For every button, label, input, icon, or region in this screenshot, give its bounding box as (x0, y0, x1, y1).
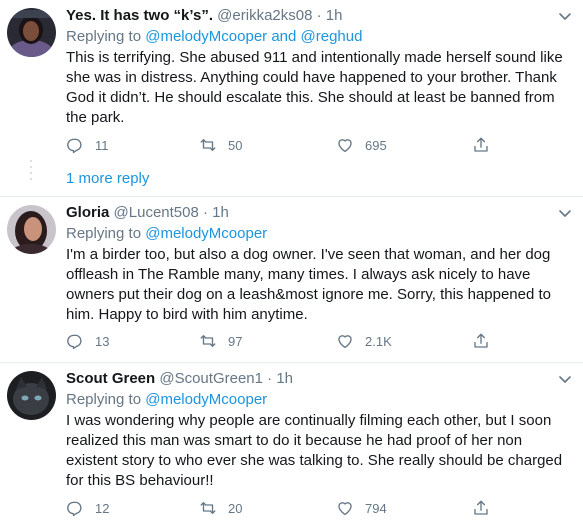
reply-button[interactable]: 13 (66, 330, 109, 352)
replying-to-link[interactable]: @melodyMcooper (145, 391, 267, 408)
tweet-actions: 13 97 2.1K (0, 330, 583, 352)
timestamp[interactable]: 1h (276, 370, 293, 387)
retweet-count: 50 (228, 137, 243, 153)
user-handle[interactable]: @ScoutGreen1 (159, 370, 263, 387)
tweet-1[interactable]: Yes. It has two “k’s”. @erikka2ks08 · 1h… (0, 0, 583, 195)
user-handle[interactable]: @Lucent508 (114, 204, 199, 221)
tweet-header: Yes. It has two “k’s”. @erikka2ks08 · 1h (66, 6, 575, 26)
tweet-actions: 12 20 794 (0, 497, 583, 519)
retweet-button[interactable]: 97 (199, 330, 242, 352)
tweet-actions: 11 50 695 (0, 134, 583, 156)
reply-button[interactable]: 12 (66, 497, 109, 519)
retweet-icon (200, 139, 216, 151)
share-icon (474, 137, 488, 152)
replying-to: Replying to @melodyMcooper and @reghud (66, 27, 575, 47)
tweet-header: Scout Green @ScoutGreen1 · 1h (66, 369, 575, 389)
retweet-button[interactable]: 50 (199, 134, 242, 156)
share-button[interactable] (472, 497, 490, 519)
reply-icon (67, 501, 82, 517)
replying-to: Replying to @melodyMcooper (66, 390, 575, 410)
heart-icon (338, 502, 352, 516)
like-button[interactable]: 695 (336, 134, 387, 156)
retweet-icon (200, 335, 216, 347)
user-handle[interactable]: @erikka2ks08 (217, 7, 312, 24)
replying-to-link[interactable]: @melodyMcooper and @reghud (145, 28, 362, 45)
tweet-text: This is terrifying. She abused 911 and i… (66, 49, 563, 126)
replying-to-label: Replying to (66, 225, 142, 242)
like-count: 2.1K (365, 333, 392, 349)
like-count: 695 (365, 137, 387, 153)
retweet-count: 97 (228, 333, 243, 349)
like-button[interactable]: 794 (336, 497, 387, 519)
separator: · (267, 370, 273, 387)
display-name[interactable]: Yes. It has two “k’s”. (66, 7, 213, 24)
display-name[interactable]: Gloria (66, 204, 109, 221)
timestamp[interactable]: 1h (212, 204, 229, 221)
replying-to: Replying to @melodyMcooper (66, 224, 575, 244)
reply-count: 11 (95, 137, 109, 153)
tweet-text: I was wondering why people are continual… (66, 412, 563, 489)
more-replies-link[interactable]: 1 more reply (66, 170, 149, 187)
separator: · (316, 7, 322, 24)
retweet-count: 20 (228, 500, 243, 516)
retweet-icon (200, 502, 216, 514)
heart-icon (338, 335, 352, 349)
tweet-2[interactable]: Gloria @Lucent508 · 1h Replying to @melo… (0, 197, 583, 362)
replying-to-link[interactable]: @melodyMcooper (145, 225, 267, 242)
chevron-down-icon[interactable] (555, 6, 575, 26)
reply-icon (67, 334, 82, 350)
chevron-down-icon[interactable] (555, 369, 575, 389)
share-icon (474, 333, 488, 348)
avatar[interactable] (7, 371, 56, 420)
reply-count: 13 (95, 333, 110, 349)
chevron-down-icon[interactable] (555, 203, 575, 223)
tweet-header: Gloria @Lucent508 · 1h (66, 203, 575, 223)
like-count: 794 (365, 500, 387, 516)
avatar[interactable] (7, 8, 56, 57)
retweet-button[interactable]: 20 (199, 497, 242, 519)
share-button[interactable] (472, 330, 490, 352)
heart-icon (338, 139, 352, 153)
replying-to-label: Replying to (66, 391, 142, 408)
reply-button[interactable]: 11 (66, 134, 109, 156)
reply-icon (67, 138, 82, 154)
tweet-3[interactable]: Scout Green @ScoutGreen1 · 1h Replying t… (0, 363, 583, 522)
separator: · (203, 204, 208, 221)
avatar[interactable] (7, 205, 56, 254)
replying-to-label: Replying to (66, 28, 142, 45)
reply-count: 12 (95, 500, 110, 516)
share-icon (474, 500, 488, 515)
like-button[interactable]: 2.1K (336, 330, 392, 352)
thread-connector (30, 160, 32, 184)
timestamp[interactable]: 1h (326, 7, 343, 24)
share-button[interactable] (472, 134, 490, 156)
tweet-text: I'm a birder too, but also a dog owner. … (66, 246, 552, 323)
display-name[interactable]: Scout Green (66, 370, 155, 387)
